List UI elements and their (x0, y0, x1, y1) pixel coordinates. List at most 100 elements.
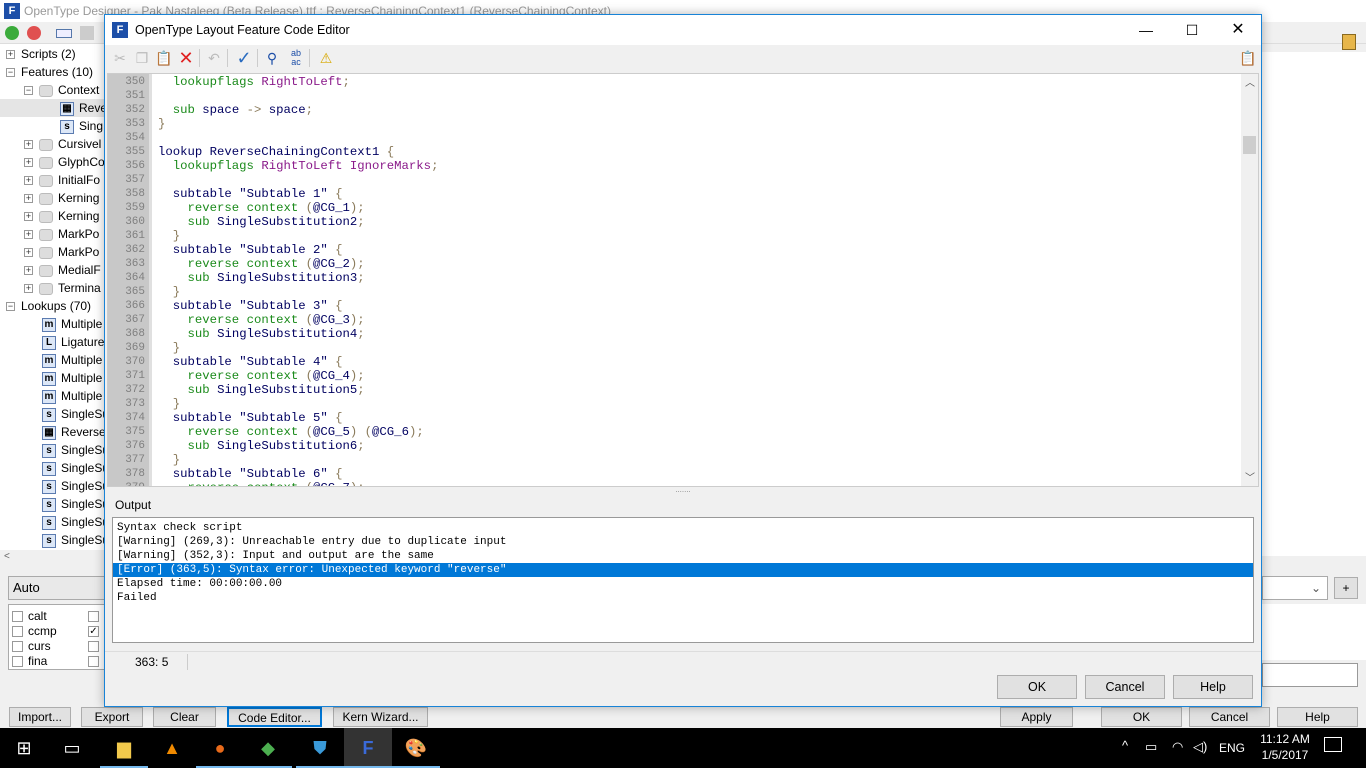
show-hidden-icons[interactable]: ^ (1122, 738, 1128, 753)
feature-checkbox[interactable] (88, 641, 99, 652)
tree-item[interactable]: ▦ Reve (0, 99, 110, 117)
code-line[interactable]: reverse context (@CG_3); (158, 313, 365, 327)
code-line[interactable]: lookup ReverseChainingContext1 { (158, 145, 394, 159)
import-button[interactable]: Import... (9, 707, 71, 727)
tree-item[interactable]: + Scripts (2) (6, 45, 76, 63)
tree-item[interactable]: m Multiple (42, 315, 102, 333)
code-line[interactable]: sub space -> space; (158, 103, 313, 117)
help-button[interactable]: Help (1173, 675, 1253, 699)
code-line[interactable]: reverse context (@CG_5) (@CG_6); (158, 425, 424, 439)
tree-item[interactable]: s SingleSu (42, 459, 109, 477)
export-button[interactable]: Export (81, 707, 143, 727)
apply-button[interactable]: Apply (1000, 707, 1073, 727)
code-editor[interactable]: 350 351 352 353 354 355 356 357 358 359 360 361 362 3… (107, 73, 1259, 487)
clock-time[interactable]: 11:12 AM (1250, 732, 1320, 746)
coreldraw-icon[interactable]: ◆ (244, 728, 292, 768)
code-line[interactable]: } (158, 453, 180, 467)
output-line[interactable]: [Error] (363,5): Syntax error: Unexpecte… (113, 563, 1253, 577)
minimize-button[interactable]: — (1123, 15, 1169, 45)
tree-item[interactable]: m Multiple (42, 369, 102, 387)
add-icon[interactable] (5, 26, 19, 40)
code-line[interactable]: sub SingleSubstitution3; (158, 271, 365, 285)
collapse-icon[interactable]: − (6, 68, 15, 78)
code-line[interactable]: reverse context (@CG_2); (158, 257, 365, 271)
code-line[interactable]: } (158, 229, 180, 243)
tree-item[interactable]: s SingleSu (42, 513, 109, 531)
tree-item[interactable]: + Termina (24, 279, 101, 297)
feature-checklist[interactable]: calt ccmp ✓ curs fina (8, 604, 108, 670)
expand-icon[interactable]: + (24, 140, 33, 150)
feature-checkbox[interactable] (12, 656, 23, 667)
font-tree[interactable]: + Scripts (2) − Features (10) − Context ▦ Reve s… (0, 44, 110, 550)
main-ok-button[interactable]: OK (1101, 707, 1182, 727)
battery-icon[interactable]: ▭ (1145, 739, 1157, 755)
code-line[interactable]: sub SingleSubstitution4; (158, 327, 365, 341)
expand-icon[interactable]: + (24, 158, 33, 168)
code-line[interactable]: } (158, 397, 180, 411)
output-line[interactable]: [Warning] (269,3): Unreachable entry due… (113, 535, 1253, 549)
opentype-designer-icon[interactable]: F (344, 728, 392, 768)
tree-item[interactable]: ▦ Reverse (42, 423, 106, 441)
expand-icon[interactable]: + (24, 230, 33, 240)
script-combo[interactable]: Auto (8, 576, 108, 600)
expand-icon[interactable]: + (24, 266, 33, 276)
tree-item[interactable]: m Multiple (42, 351, 102, 369)
undo-icon[interactable]: ↶ (205, 49, 223, 67)
tag-icon[interactable] (56, 29, 72, 38)
paste-icon[interactable]: 📋 (155, 49, 173, 67)
code-line[interactable]: sub SingleSubstitution2; (158, 215, 365, 229)
output-line[interactable]: Failed (113, 591, 1253, 605)
remove-icon[interactable] (27, 26, 41, 40)
feature-checkbox[interactable] (88, 611, 99, 622)
expand-icon[interactable]: + (24, 212, 33, 222)
replace-icon[interactable]: ab ac (287, 49, 305, 67)
task-view-button[interactable]: ▭ (48, 728, 96, 768)
right-input[interactable] (1262, 663, 1358, 687)
expand-icon[interactable]: + (6, 50, 15, 60)
tree-item[interactable]: s SingleSu (42, 441, 109, 459)
start-button[interactable]: ⊞ (0, 728, 48, 768)
tree-item[interactable]: − Context (24, 81, 99, 99)
tree-item[interactable]: + MarkPo (24, 243, 99, 261)
code-line[interactable]: subtable "Subtable 2" { (158, 243, 343, 257)
copy-icon[interactable]: ❐ (133, 49, 151, 67)
maximize-button[interactable]: ☐ (1169, 15, 1215, 45)
wifi-icon[interactable]: ◠ (1172, 739, 1183, 755)
cut-icon[interactable]: ✂ (111, 49, 129, 67)
code-line[interactable]: subtable "Subtable 5" { (158, 411, 343, 425)
expand-icon[interactable]: + (24, 248, 33, 258)
tree-item[interactable]: L Ligature (42, 333, 104, 351)
expand-icon[interactable]: + (24, 194, 33, 204)
tree-item[interactable]: s SingleSu (42, 531, 109, 549)
clipboard-check-icon[interactable]: 📋 (1239, 49, 1257, 67)
clipboard-icon[interactable] (1342, 34, 1356, 50)
feature-checkbox[interactable] (12, 641, 23, 652)
code-editor-button[interactable]: Code Editor... (227, 707, 322, 727)
code-line[interactable]: subtable "Subtable 4" { (158, 355, 343, 369)
output-line[interactable]: [Warning] (352,3): Input and output are … (113, 549, 1253, 563)
code-line[interactable]: reverse context (@CG_1); (158, 201, 365, 215)
tree-item[interactable]: m Multiple (42, 387, 102, 405)
tree-item[interactable]: + Kerning (24, 207, 99, 225)
find-icon[interactable]: ⚲ (263, 49, 281, 67)
splitter-handle[interactable]: ....... (105, 486, 1261, 495)
warning-icon[interactable]: ⚠ (317, 49, 335, 67)
tree-item[interactable]: + Cursivel (24, 135, 101, 153)
tree-horizontal-scrollbar[interactable]: < (0, 550, 110, 566)
code-line[interactable]: } (158, 285, 180, 299)
feature-checkbox[interactable] (12, 626, 23, 637)
tree-item[interactable]: + InitialFo (24, 171, 100, 189)
code-line[interactable]: sub SingleSubstitution5; (158, 383, 365, 397)
action-center-icon[interactable] (1324, 737, 1342, 752)
tree-item[interactable]: s SingleSu (42, 477, 109, 495)
editor-vertical-scrollbar[interactable]: ︿ ﹀ (1241, 74, 1258, 486)
glyph-icon[interactable] (80, 26, 94, 40)
feature-checkbox[interactable] (12, 611, 23, 622)
output-line[interactable]: Syntax check script (113, 521, 1253, 535)
paint-icon[interactable]: 🎨 (392, 728, 440, 768)
output-line[interactable]: Elapsed time: 00:00:00.00 (113, 577, 1253, 591)
code-line[interactable]: subtable "Subtable 1" { (158, 187, 343, 201)
tree-item[interactable]: + Kerning (24, 189, 99, 207)
tree-item[interactable]: − Features (10) (6, 63, 93, 81)
tree-item[interactable]: + MarkPo (24, 225, 99, 243)
